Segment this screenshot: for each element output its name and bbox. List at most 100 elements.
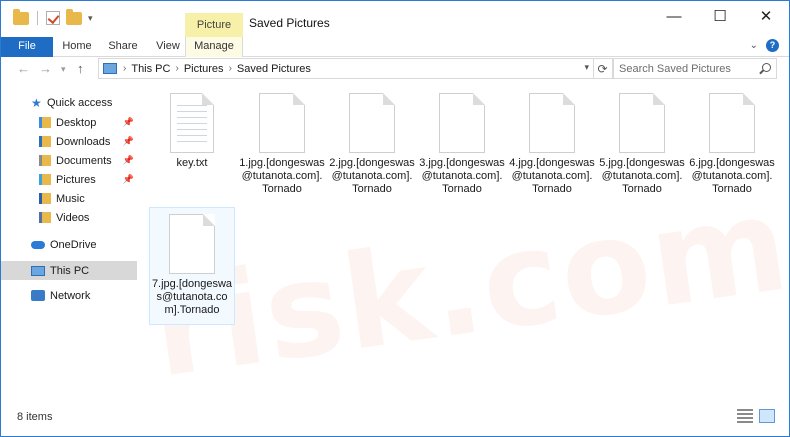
pin-icon[interactable]: 📌 bbox=[123, 117, 134, 128]
sidebar-item-videos[interactable]: Videos bbox=[1, 208, 137, 227]
minimize-button[interactable]: — bbox=[651, 1, 697, 31]
file-name: 4.jpg.[dongeswas@tutanota.com].Tornado bbox=[509, 157, 595, 195]
file-name: 1.jpg.[dongeswas@tutanota.com].Tornado bbox=[239, 157, 325, 195]
window-controls: — ☐ ✕ bbox=[651, 1, 789, 31]
cloud-icon bbox=[31, 240, 45, 249]
back-arrow-icon[interactable]: ← bbox=[17, 61, 30, 76]
sidebar-item-label: Music bbox=[56, 192, 85, 205]
sidebar-item-this-pc[interactable]: This PC bbox=[1, 261, 137, 280]
up-arrow-icon[interactable]: ↑ bbox=[77, 61, 84, 76]
picture-tools-context-label: Picture Tools bbox=[185, 13, 243, 55]
blank-file-icon bbox=[529, 93, 575, 153]
file-item[interactable]: 4.jpg.[dongeswas@tutanota.com].Tornado bbox=[509, 87, 595, 196]
file-item[interactable]: 7.jpg.[dongeswas@tutanota.com].Tornado bbox=[149, 207, 235, 325]
navigation-pane: ★ Quick access Desktop 📌 Downloads 📌 Doc… bbox=[1, 85, 137, 405]
sidebar-item-desktop[interactable]: Desktop 📌 bbox=[1, 113, 137, 132]
tab-home[interactable]: Home bbox=[57, 37, 97, 57]
tab-share[interactable]: Share bbox=[101, 37, 145, 57]
file-item[interactable]: 2.jpg.[dongeswas@tutanota.com].Tornado bbox=[329, 87, 415, 196]
sidebar-item-onedrive[interactable]: OneDrive bbox=[1, 235, 137, 254]
pictures-folder-icon bbox=[39, 174, 51, 185]
folder-icon bbox=[13, 8, 29, 25]
blank-file-icon bbox=[439, 93, 485, 153]
sidebar-item-music[interactable]: Music bbox=[1, 189, 137, 208]
pin-icon[interactable]: 📌 bbox=[123, 136, 134, 147]
search-placeholder: Search Saved Pictures bbox=[619, 63, 731, 75]
file-item[interactable]: 1.jpg.[dongeswas@tutanota.com].Tornado bbox=[239, 87, 325, 196]
sidebar-item-network[interactable]: Network bbox=[1, 286, 137, 305]
sidebar-item-quick-access[interactable]: ★ Quick access bbox=[1, 93, 137, 112]
window-title: Saved Pictures bbox=[249, 16, 330, 30]
file-name: 2.jpg.[dongeswas@tutanota.com].Tornado bbox=[329, 157, 415, 195]
properties-icon[interactable] bbox=[46, 11, 60, 25]
videos-folder-icon bbox=[39, 212, 51, 223]
blank-file-icon bbox=[169, 214, 215, 274]
sidebar-item-downloads[interactable]: Downloads 📌 bbox=[1, 132, 137, 151]
music-folder-icon bbox=[39, 193, 51, 204]
file-item[interactable]: 3.jpg.[dongeswas@tutanota.com].Tornado bbox=[419, 87, 505, 196]
blank-file-icon bbox=[349, 93, 395, 153]
star-icon: ★ bbox=[31, 95, 42, 110]
breadcrumb-saved-pictures[interactable]: Saved Pictures bbox=[237, 63, 311, 75]
sidebar-item-label: This PC bbox=[50, 264, 90, 277]
sidebar-item-label: Videos bbox=[56, 211, 90, 224]
breadcrumb-separator-icon[interactable]: › bbox=[229, 63, 232, 74]
large-icons-view-icon[interactable] bbox=[759, 409, 775, 423]
file-name: 7.jpg.[dongeswas@tutanota.com].Tornado bbox=[151, 278, 233, 316]
sidebar-item-label: Desktop bbox=[56, 116, 97, 129]
downloads-folder-icon bbox=[39, 136, 51, 147]
sidebar-item-documents[interactable]: Documents 📌 bbox=[1, 151, 137, 170]
quick-access-toolbar: ▾ bbox=[13, 8, 93, 25]
network-icon bbox=[31, 290, 45, 301]
refresh-button[interactable]: ⟳ bbox=[593, 58, 613, 79]
breadcrumb-this-pc[interactable]: This PC bbox=[131, 63, 170, 75]
ribbon-right-controls: ⌄ ? bbox=[750, 39, 779, 52]
details-view-icon[interactable] bbox=[737, 409, 753, 423]
computer-icon bbox=[31, 265, 45, 276]
desktop-folder-icon bbox=[39, 117, 51, 128]
maximize-button[interactable]: ☐ bbox=[697, 1, 743, 31]
file-item[interactable]: key.txt bbox=[149, 87, 235, 170]
ribbon-tabs: File Home Share View Manage ⌄ ? bbox=[1, 37, 789, 57]
pin-icon[interactable]: 📌 bbox=[123, 155, 134, 166]
customize-toolbar-chevron-icon[interactable]: ▾ bbox=[88, 13, 93, 24]
documents-folder-icon bbox=[39, 155, 51, 166]
sidebar-item-pictures[interactable]: Pictures 📌 bbox=[1, 170, 137, 189]
tab-file[interactable]: File bbox=[1, 37, 53, 57]
blank-file-icon bbox=[619, 93, 665, 153]
sidebar-item-label: Quick access bbox=[47, 96, 113, 109]
breadcrumb-pictures[interactable]: Pictures bbox=[184, 63, 224, 75]
recent-locations-chevron-icon[interactable]: ▾ bbox=[61, 64, 66, 75]
address-bar[interactable]: › This PC › Pictures › Saved Pictures ▾ bbox=[98, 58, 594, 79]
tab-view[interactable]: View bbox=[149, 37, 187, 57]
address-dropdown-chevron-icon[interactable]: ▾ bbox=[584, 62, 589, 73]
blank-file-icon bbox=[709, 93, 755, 153]
breadcrumb-separator-icon[interactable]: › bbox=[123, 63, 126, 74]
help-icon[interactable]: ? bbox=[766, 39, 779, 52]
file-name: 3.jpg.[dongeswas@tutanota.com].Tornado bbox=[419, 157, 505, 195]
sidebar-item-label: Network bbox=[50, 289, 91, 302]
explorer-window: ▾ Picture Tools Saved Pictures — ☐ ✕ Fil… bbox=[0, 0, 790, 437]
search-input[interactable]: Search Saved Pictures bbox=[613, 58, 777, 79]
tab-manage[interactable]: Manage bbox=[185, 37, 243, 57]
pin-icon[interactable]: 📌 bbox=[123, 174, 134, 185]
text-file-icon bbox=[170, 93, 214, 153]
forward-arrow-icon[interactable]: → bbox=[39, 61, 52, 76]
toolbar-separator bbox=[37, 11, 38, 25]
view-switcher bbox=[737, 409, 775, 423]
breadcrumb-separator-icon[interactable]: › bbox=[175, 63, 178, 74]
sidebar-item-label: Documents bbox=[56, 154, 112, 167]
item-count: 8 items bbox=[17, 411, 53, 423]
search-icon bbox=[762, 63, 771, 72]
file-item[interactable]: 5.jpg.[dongeswas@tutanota.com].Tornado bbox=[599, 87, 685, 196]
sidebar-item-label: Pictures bbox=[56, 173, 96, 186]
new-folder-icon[interactable] bbox=[66, 8, 82, 25]
file-name: key.txt bbox=[176, 157, 208, 169]
file-item[interactable]: 6.jpg.[dongeswas@tutanota.com].Tornado bbox=[689, 87, 775, 196]
title-bar: ▾ Picture Tools Saved Pictures — ☐ ✕ bbox=[1, 1, 789, 55]
navigation-bar: ← → ▾ ↑ › This PC › Pictures › Saved Pic… bbox=[1, 58, 789, 80]
expand-ribbon-chevron-icon[interactable]: ⌄ bbox=[750, 40, 758, 51]
close-button[interactable]: ✕ bbox=[743, 1, 789, 31]
blank-file-icon bbox=[259, 93, 305, 153]
sidebar-item-label: OneDrive bbox=[50, 238, 97, 251]
